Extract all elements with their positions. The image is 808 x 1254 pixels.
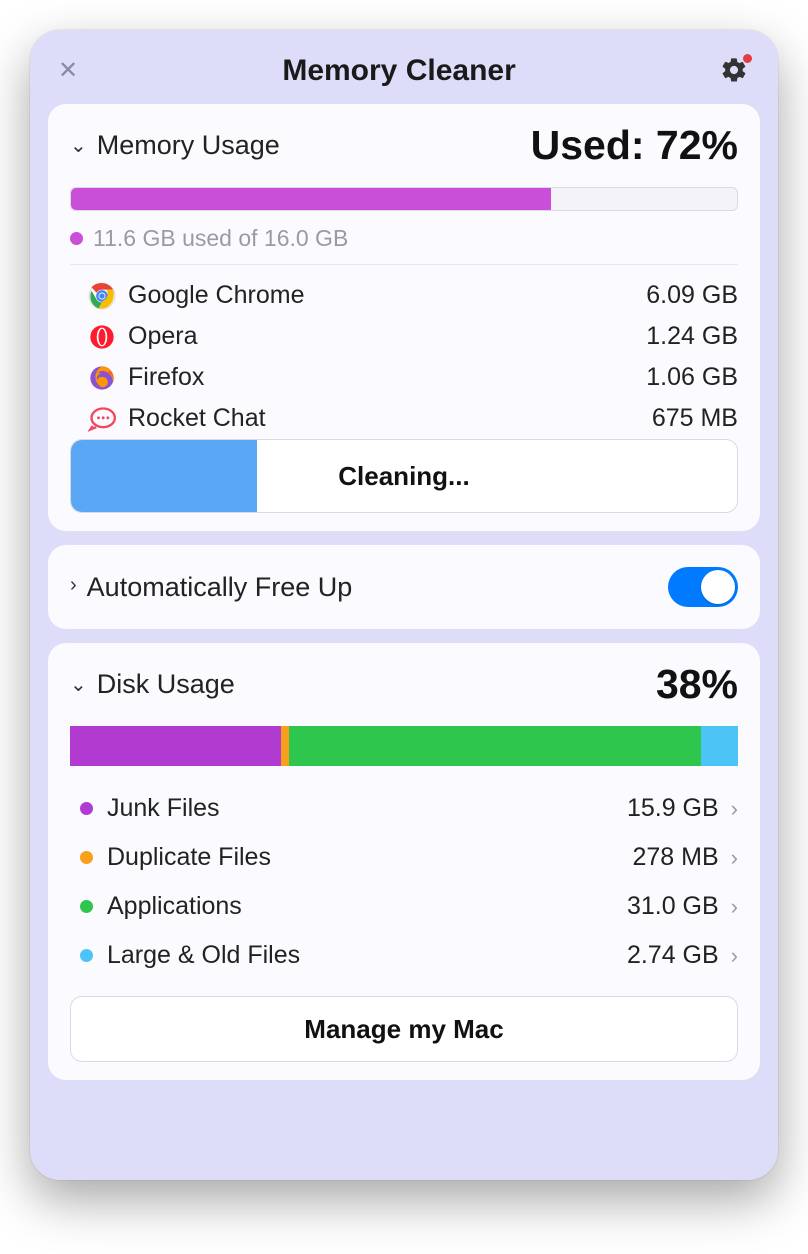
app-size: 1.24 GB: [646, 322, 738, 351]
app-row[interactable]: Opera1.24 GB: [70, 316, 738, 357]
chevron-right-icon: ›: [70, 574, 77, 597]
app-icon: [88, 282, 116, 310]
app-name: Rocket Chat: [128, 404, 652, 433]
app-window: ✕ Memory Cleaner ⌄ Memory Usage Used: 72…: [30, 30, 778, 1180]
memory-bar: [70, 187, 738, 211]
clean-memory-button[interactable]: Cleaning...: [70, 439, 738, 513]
disk-category-name: Applications: [107, 892, 627, 921]
settings-button[interactable]: [720, 56, 750, 86]
disk-usage-title: Disk Usage: [97, 669, 235, 700]
auto-free-card: › Automatically Free Up: [48, 545, 760, 629]
disk-category-row[interactable]: Large & Old Files2.74 GB ›: [70, 931, 738, 980]
chevron-down-icon: ⌄: [70, 133, 87, 158]
app-size: 1.06 GB: [646, 363, 738, 392]
app-row[interactable]: Firefox1.06 GB: [70, 357, 738, 398]
dot-icon: [80, 802, 93, 815]
disk-bar-segment: [70, 726, 281, 766]
memory-usage-value: Used: 72%: [531, 122, 738, 169]
manage-mac-label: Manage my Mac: [304, 1014, 503, 1045]
disk-category-name: Duplicate Files: [107, 843, 633, 872]
app-icon: [88, 405, 116, 433]
memory-usage-title: Memory Usage: [97, 130, 280, 161]
disk-bar-segment: [701, 726, 738, 766]
disk-category-row[interactable]: Junk Files15.9 GB ›: [70, 784, 738, 833]
app-name: Google Chrome: [128, 281, 646, 310]
dot-icon: [80, 949, 93, 962]
disk-category-size: 278 MB: [633, 843, 719, 872]
disk-category-name: Junk Files: [107, 794, 627, 823]
auto-free-title: Automatically Free Up: [87, 572, 353, 603]
app-row[interactable]: Rocket Chat675 MB: [70, 398, 738, 439]
app-list: Google Chrome6.09 GBOpera1.24 GBFirefox1…: [70, 275, 738, 439]
app-title: Memory Cleaner: [282, 54, 515, 88]
clean-memory-label: Cleaning...: [338, 461, 469, 492]
chevron-right-icon: ›: [731, 845, 738, 871]
disk-category-row[interactable]: Applications31.0 GB ›: [70, 882, 738, 931]
dot-icon: [80, 851, 93, 864]
disk-category-size: 15.9 GB: [627, 794, 719, 823]
app-row[interactable]: Google Chrome6.09 GB: [70, 275, 738, 316]
toggle-knob: [701, 570, 735, 604]
app-name: Opera: [128, 322, 646, 351]
app-icon: [88, 323, 116, 351]
manage-mac-button[interactable]: Manage my Mac: [70, 996, 738, 1062]
auto-free-toggle[interactable]: [668, 567, 738, 607]
disk-category-size: 2.74 GB: [627, 941, 719, 970]
dot-icon: [70, 232, 83, 245]
chevron-right-icon: ›: [731, 796, 738, 822]
disk-category-size: 31.0 GB: [627, 892, 719, 921]
memory-usage-header[interactable]: ⌄ Memory Usage Used: 72%: [70, 122, 738, 169]
app-size: 6.09 GB: [646, 281, 738, 310]
disk-bar: [70, 726, 738, 766]
titlebar: ✕ Memory Cleaner: [48, 48, 760, 90]
chevron-right-icon: ›: [731, 943, 738, 969]
chevron-right-icon: ›: [731, 894, 738, 920]
disk-bar-segment: [281, 726, 289, 766]
disk-usage-header[interactable]: ⌄ Disk Usage 38%: [70, 661, 738, 708]
disk-usage-card: ⌄ Disk Usage 38% Junk Files15.9 GB›Dupli…: [48, 643, 760, 1080]
chevron-down-icon: ⌄: [70, 672, 87, 697]
memory-caption-text: 11.6 GB used of 16.0 GB: [93, 225, 348, 252]
memory-bar-fill: [71, 188, 551, 210]
cleaning-progress-fill: [71, 440, 257, 512]
disk-category-name: Large & Old Files: [107, 941, 627, 970]
app-name: Firefox: [128, 363, 646, 392]
disk-usage-value: 38%: [656, 661, 738, 708]
dot-icon: [80, 900, 93, 913]
disk-category-list: Junk Files15.9 GB › Duplicate Files278 MB ›…: [70, 784, 738, 980]
memory-usage-card: ⌄ Memory Usage Used: 72% 11.6 GB used of…: [48, 104, 760, 531]
disk-bar-segment: [289, 726, 701, 766]
disk-category-row[interactable]: Duplicate Files278 MB ›: [70, 833, 738, 882]
close-icon[interactable]: ✕: [58, 59, 78, 83]
settings-badge: [743, 54, 752, 63]
memory-caption: 11.6 GB used of 16.0 GB: [70, 225, 738, 265]
app-icon: [88, 364, 116, 392]
auto-free-header[interactable]: › Automatically Free Up: [70, 567, 738, 607]
app-size: 675 MB: [652, 404, 738, 433]
